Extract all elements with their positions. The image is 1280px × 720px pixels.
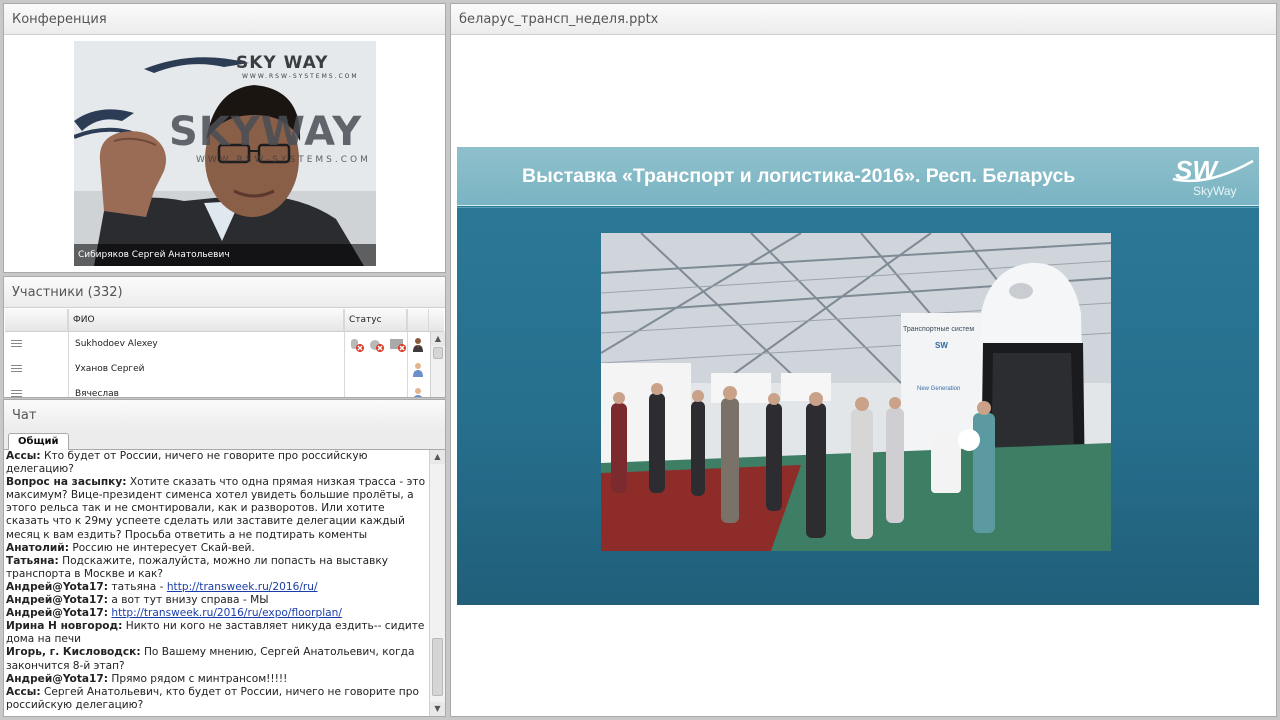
participant-row[interactable]: Уханов Сергей xyxy=(5,357,430,382)
chat-message: Андрей@Yota17: татьяна - http://transwee… xyxy=(6,581,426,594)
chat-text: Подскажите, пожалуйста, можно ли попасть… xyxy=(6,554,389,580)
chat-text: Россию не интересует Скай-вей. xyxy=(72,541,255,554)
scroll-up-icon[interactable]: ▲ xyxy=(431,332,445,346)
chat-author: Ассы: xyxy=(6,685,41,698)
conference-title: Конференция xyxy=(4,4,445,35)
chat-author: Вопрос на засыпку: xyxy=(6,476,127,489)
column-status[interactable]: Статус xyxy=(344,309,407,331)
participant-row[interactable]: Вячеслав xyxy=(5,382,430,398)
chat-tabbar xyxy=(4,430,445,450)
chat-message: Игорь, г. Кисловодск: По Вашему мнению, … xyxy=(6,646,426,672)
presentation-slide[interactable]: Выставка «Транспорт и логистика-2016». Р… xyxy=(457,147,1259,605)
document-title: беларус_трансп_неделя.pptx xyxy=(451,4,1276,35)
chat-text: татьяна - xyxy=(111,580,167,593)
tab-general[interactable]: Общий xyxy=(8,433,69,450)
chat-log: Ассы: Кто будет от России, ничего не гов… xyxy=(6,450,426,712)
chat-link[interactable]: http://transweek.ru/2016/ru/ xyxy=(167,581,318,593)
watermark-url-top: WWW.RSW-SYSTEMS.COM xyxy=(242,73,359,80)
chat-author: Андрей@Yota17: xyxy=(6,607,109,620)
chat-text: Сергей Анатольевич, кто будет от России,… xyxy=(6,685,419,711)
chat-message: Ирина Н новгород: Никто ни кого не заста… xyxy=(6,620,426,646)
chat-message: Ассы: Кто будет от России, ничего не гов… xyxy=(6,450,426,476)
logo-mark: SW xyxy=(1175,155,1219,185)
chat-message: Татьяна: Подскажите, пожалуйста, можно л… xyxy=(6,555,426,581)
chat-author: Ассы: xyxy=(6,450,41,462)
chat-author: Андрей@Yota17: xyxy=(6,672,109,685)
chat-text: Кто будет от России, ничего не говорите … xyxy=(6,450,368,476)
participants-scrollbar[interactable]: ▲ xyxy=(430,332,445,397)
chat-link[interactable]: http://transweek.ru/2016/ru/expo/floorpl… xyxy=(111,607,342,619)
column-role xyxy=(407,309,429,331)
chat-author: Татьяна: xyxy=(6,554,59,567)
skyway-logo: SW SkyWay xyxy=(1172,155,1254,198)
chat-author: Анатолий: xyxy=(6,541,69,554)
scroll-down-icon[interactable]: ▼ xyxy=(430,702,445,716)
participants-header: ФИО Статус xyxy=(5,309,444,332)
chat-message: Ассы: Сергей Анатольевич, кто будет от Р… xyxy=(6,686,426,712)
chat-scrollbar[interactable]: ▲ ▼ xyxy=(429,450,445,716)
user-icon xyxy=(413,363,423,377)
exhibition-photo: Транспортные систем New Generation SW xyxy=(601,233,1111,551)
photo-sign-2: New Generation xyxy=(917,386,960,392)
chat-author: Ирина Н новгород: xyxy=(6,620,123,633)
camera-off-icon xyxy=(370,340,384,352)
screen-off-icon xyxy=(390,339,406,352)
scroll-up-icon[interactable]: ▲ xyxy=(430,450,445,464)
conference-panel: Конференция SKY WAY WWW.RSW-SYSTEMS.COM … xyxy=(3,3,446,273)
chat-author: Андрей@Yota17: xyxy=(6,594,109,607)
chat-text: Прямо рядом с минтрансом!!!!! xyxy=(111,672,288,685)
drag-handle-icon[interactable] xyxy=(11,390,22,397)
chat-message: Анатолий: Россию не интересует Скай-вей. xyxy=(6,542,426,555)
user-icon xyxy=(414,388,422,397)
scroll-thumb[interactable] xyxy=(433,347,443,359)
participant-name: Вячеслав xyxy=(75,389,119,398)
chat-text: а вот тут внизу справа - МЫ xyxy=(111,594,269,607)
photo-sign-3: SW xyxy=(935,341,948,350)
document-panel: беларус_трансп_неделя.pptx Выставка «Тра… xyxy=(450,3,1277,717)
participants-panel: Участники (332) ФИО Статус Sukhodoev Ale… xyxy=(3,276,446,398)
drag-handle-icon[interactable] xyxy=(11,340,22,347)
chat-message: Андрей@Yota17: Прямо рядом с минтрансом!… xyxy=(6,673,426,686)
webcam-video[interactable]: SKY WAY WWW.RSW-SYSTEMS.COM SKYWAY WWW.R… xyxy=(74,41,376,266)
chat-message: Вопрос на засыпку: Хотите сказать что од… xyxy=(6,476,426,541)
status-icons xyxy=(351,339,406,352)
participant-row[interactable]: Sukhodoev Alexey xyxy=(5,332,430,357)
watermark-logo-big: SKYWAY xyxy=(169,109,363,155)
column-handle xyxy=(5,309,68,331)
presenter-icon xyxy=(413,338,423,352)
slide-title: Выставка «Транспорт и логистика-2016». Р… xyxy=(522,165,1076,187)
watermark-url-big: WWW.RSW-SYSTEMS.COM xyxy=(196,155,371,165)
drag-handle-icon[interactable] xyxy=(11,365,22,372)
chat-panel: Чат Общий Ассы: Кто будет от России, нич… xyxy=(3,399,446,717)
chat-title: Чат xyxy=(4,400,445,431)
video-caption: Сибиряков Сергей Анатольевич xyxy=(74,244,376,266)
participant-name: Sukhodoev Alexey xyxy=(75,339,158,349)
watermark-logo-top: SKY WAY xyxy=(236,53,329,73)
chat-message: Андрей@Yota17: а вот тут внизу справа - … xyxy=(6,594,426,607)
logo-text: SkyWay xyxy=(1193,184,1237,198)
exhibition-photo-art: Транспортные систем New Generation SW xyxy=(601,233,1111,551)
photo-sign-1: Транспортные систем xyxy=(903,326,974,333)
chat-author: Игорь, г. Кисловодск: xyxy=(6,646,141,659)
chat-message: Андрей@Yota17: http://transweek.ru/2016/… xyxy=(6,607,426,620)
participant-name: Уханов Сергей xyxy=(75,364,145,374)
participants-title: Участники (332) xyxy=(4,277,445,308)
mic-off-icon xyxy=(351,339,364,352)
column-name[interactable]: ФИО xyxy=(68,309,344,331)
scroll-thumb[interactable] xyxy=(432,638,443,696)
chat-author: Андрей@Yota17: xyxy=(6,580,109,593)
